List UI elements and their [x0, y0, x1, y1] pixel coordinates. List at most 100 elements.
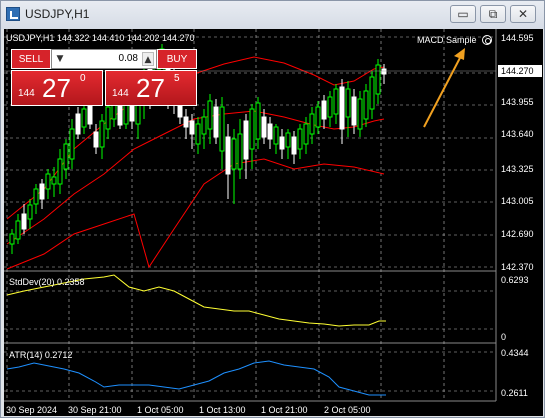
candle-body [237, 133, 243, 170]
candle-body [99, 120, 105, 148]
candle-body [249, 108, 255, 150]
candle-body [39, 183, 45, 200]
candle-body [243, 120, 249, 160]
sell-button[interactable]: SELL [11, 49, 51, 69]
bollinger-lower-band [6, 158, 385, 270]
candle-body [357, 98, 363, 130]
atr-axis-label: 0.4344 [501, 348, 529, 358]
sell-price-prefix: 144 [18, 88, 35, 99]
candle-body [69, 128, 75, 160]
candle-body [303, 123, 309, 145]
price-axis-label: 144.595 [501, 33, 534, 43]
candle-body [213, 106, 219, 138]
buy-price-prefix: 144 [112, 88, 129, 99]
candle-body [45, 173, 51, 190]
buy-price-big: 27 [136, 73, 165, 103]
candle-body [105, 106, 111, 130]
atr-indicator-label: ATR(14) 0.2712 [9, 350, 73, 360]
close-button[interactable]: ✕ [510, 5, 536, 23]
candle-body [369, 76, 375, 110]
stddev-axis-label: 0 [501, 332, 507, 342]
buy-button[interactable]: BUY [157, 49, 197, 69]
candle-body [231, 138, 237, 170]
title-bar[interactable]: USDJPY,H1 ▭ ⧉ ✕ [1, 1, 544, 29]
candle-body [75, 113, 81, 135]
atr-axis-label: 0.2611 [501, 388, 528, 398]
candle-body [339, 86, 345, 130]
price-axis-label: 143.955 [501, 97, 534, 107]
candle-body [309, 113, 315, 135]
candle-body [63, 143, 69, 170]
sell-price-big: 27 [42, 73, 71, 103]
lot-size-field[interactable]: ▼ 0.08 ▲ [51, 49, 157, 69]
time-axis-label: 2 Oct 05:00 [324, 405, 371, 415]
candle-body [255, 102, 261, 140]
expert-smiley-icon[interactable] [482, 35, 492, 45]
candle-body [183, 116, 189, 128]
time-axis-label: 1 Oct 21:00 [261, 405, 308, 415]
candle-body [279, 136, 285, 150]
candle-body [333, 88, 339, 115]
time-axis-label: 1 Oct 05:00 [137, 405, 184, 415]
candle-body [345, 88, 351, 118]
buy-price-box[interactable]: 144 27 5 [105, 70, 197, 106]
candle-body [33, 188, 39, 205]
window-title: USDJPY,H1 [25, 7, 90, 21]
candle-body [207, 100, 213, 130]
candle-body [57, 158, 63, 185]
candle-body [291, 136, 297, 155]
candle-body [21, 213, 27, 230]
stddev-indicator-label: StdDev(20) 0.2358 [9, 277, 85, 287]
annotation-arrow-shaft [423, 53, 463, 128]
candle-body [201, 116, 207, 135]
expert-advisor-label: MACD Sample [417, 35, 477, 45]
candle-body [351, 96, 357, 126]
price-axis-label: 142.690 [501, 229, 534, 239]
candle-body [327, 96, 333, 118]
time-axis-label: 30 Sep 21:00 [68, 405, 122, 415]
price-axis-label: 143.325 [501, 164, 534, 174]
chart-window: USDJPY,H1 ▭ ⧉ ✕ USDJPY,H1 144.322 144.41… [0, 0, 545, 418]
sell-price-box[interactable]: 144 27 0 [11, 70, 103, 106]
close-icon: ✕ [517, 7, 529, 21]
one-click-trading-panel: SELL ▼ 0.08 ▲ BUY 144 27 0 144 27 5 [11, 49, 197, 106]
candle-body [273, 126, 279, 145]
lot-decrease-icon[interactable]: ▼ [54, 52, 66, 66]
candle-body [225, 136, 231, 175]
candle-body [81, 108, 87, 128]
candle-body [93, 131, 99, 148]
candle-body [267, 123, 273, 140]
candle-body [363, 90, 369, 120]
chart-area[interactable]: USDJPY,H1 144.322 144.410 144.202 144.27… [4, 29, 543, 416]
candle-body [285, 132, 291, 148]
candle-body [315, 106, 321, 128]
candle-body [381, 68, 387, 75]
minimize-icon: ▭ [457, 7, 469, 21]
candle-body [27, 204, 33, 220]
restore-icon: ⧉ [488, 7, 498, 21]
price-axis-label: 143.640 [501, 129, 534, 139]
chart-window-icon [6, 7, 20, 21]
candle-body [189, 120, 195, 135]
atr-line [6, 360, 386, 396]
lot-size-value[interactable]: 0.08 [119, 53, 138, 64]
stddev-axis-label: 0.6293 [501, 275, 529, 285]
candle-body [375, 64, 381, 95]
current-price-tag: 144.270 [498, 65, 542, 77]
candle-body [195, 123, 201, 145]
buy-price-sup: 5 [174, 73, 180, 84]
minimize-button[interactable]: ▭ [450, 5, 476, 23]
candle-body [9, 233, 15, 245]
price-axis-label: 143.005 [501, 196, 534, 206]
lot-increase-icon[interactable]: ▲ [142, 52, 154, 66]
candle-body [51, 176, 57, 185]
price-axis-label: 142.370 [501, 262, 534, 272]
candle-body [15, 220, 21, 240]
candle-body [219, 106, 225, 152]
symbol-ohlc-label: USDJPY,H1 144.322 144.410 144.202 144.27… [6, 33, 195, 43]
sell-price-sup: 0 [80, 73, 86, 84]
time-axis-label: 30 Sep 2024 [6, 405, 58, 415]
candle-body [297, 128, 303, 150]
restore-button[interactable]: ⧉ [480, 5, 506, 23]
candle-body [321, 100, 327, 120]
